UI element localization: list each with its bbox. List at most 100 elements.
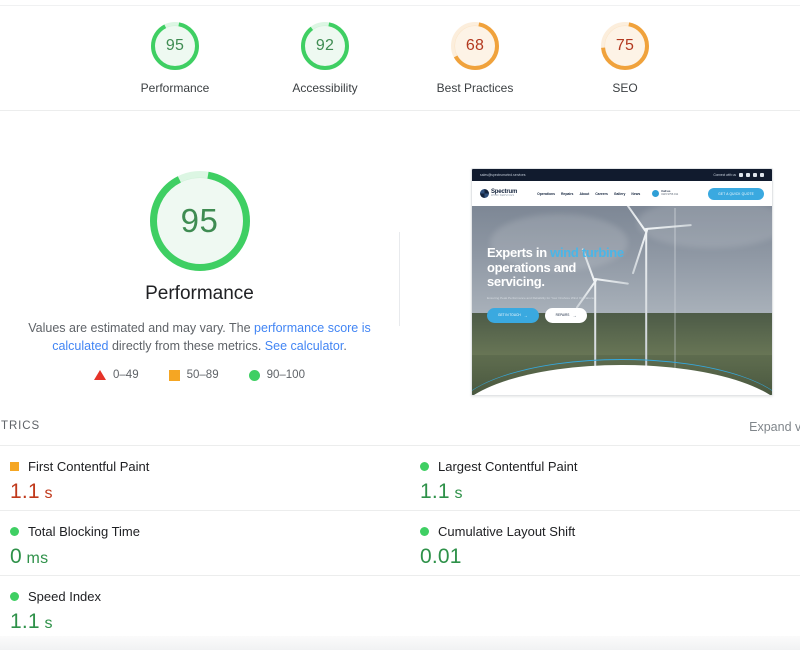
category-label: Best Practices xyxy=(436,81,514,95)
site-nav-link: Gallery xyxy=(613,191,626,196)
site-phone: Call us 0115 9756 011 xyxy=(652,190,678,197)
hero-buttons: GET IN TOUCH → REPAIRS → xyxy=(487,307,687,323)
expand-view-link[interactable]: Expand view xyxy=(749,420,800,434)
metric-unit: s xyxy=(449,485,463,502)
performance-gauge-panel: 95 Performance Values are estimated and … xyxy=(0,111,399,411)
status-circle-icon xyxy=(420,527,429,536)
site-nav-links: Operations Repairs About Careers Gallery News xyxy=(537,192,640,196)
hero-heading-line1: Experts in xyxy=(487,245,551,260)
phone-number: 0115 9756 011 xyxy=(661,192,679,196)
site-hero-section: Experts in wind turbine operations and s… xyxy=(472,206,772,395)
metric-name: Total Blocking Time xyxy=(28,524,140,539)
legend-circle-icon xyxy=(248,369,260,381)
page-screenshot-thumbnail[interactable]: sales@spectrumwind.services Connect with… xyxy=(471,168,773,396)
estimate-disclaimer: Values are estimated and may vary. The p… xyxy=(0,319,399,355)
metric-unit: ms xyxy=(21,550,49,567)
metrics-section: METRICS Expand view First Contentful Pai… xyxy=(0,411,800,640)
status-circle-icon xyxy=(10,592,19,601)
hero-heading-accent: wind turbine xyxy=(550,245,624,260)
metric-name-row: Total Blocking Time xyxy=(10,524,380,539)
category-score: 92 xyxy=(315,37,335,54)
hero-heading-line2: operations and xyxy=(487,259,576,275)
status-square-icon xyxy=(10,462,19,471)
disclaimer-mid: directly from these metrics. xyxy=(108,339,265,353)
category-score: 95 xyxy=(165,37,185,54)
footer-band xyxy=(0,636,800,650)
metric-name-row: Largest Contentful Paint xyxy=(420,459,790,474)
site-nav-link: News xyxy=(631,191,641,196)
status-circle-icon xyxy=(420,462,429,471)
metric-item[interactable]: Cumulative Layout Shift 0.01 xyxy=(420,524,790,569)
legend-triangle-icon xyxy=(94,370,107,380)
metric-row-divider xyxy=(0,445,800,446)
category-label: SEO xyxy=(612,81,638,95)
metric-value: 0.01 xyxy=(420,545,462,568)
legend-item: 90–100 xyxy=(248,369,305,381)
legend-square-icon xyxy=(168,369,180,381)
hero-primary-button: GET IN TOUCH → xyxy=(487,307,539,323)
performance-gauge: 95 xyxy=(149,171,250,271)
hero-heading-line3: servicing. xyxy=(487,274,545,289)
category-performance[interactable]: 95 Performance xyxy=(121,22,229,95)
category-scores-strip: 95 Performance 92 Accessibility 68 Best Pract… xyxy=(0,6,800,110)
site-nav-link: Careers xyxy=(595,191,608,196)
brand-tagline: WIND SERVICES xyxy=(491,194,515,198)
hero-secondary-button: REPAIRS → xyxy=(544,307,588,323)
legend-range: 0–49 xyxy=(113,369,139,381)
legend-range: 90–100 xyxy=(266,369,305,381)
gauge-ring-icon: 92 xyxy=(301,22,349,70)
arrow-right-icon: → xyxy=(523,312,528,318)
hero-subheading: Ensuring Peak Performance and Reliabilit… xyxy=(487,295,594,300)
site-email: sales@spectrumwind.services xyxy=(480,173,526,177)
category-accessibility[interactable]: 92 Accessibility xyxy=(271,22,379,95)
category-seo[interactable]: 75 SEO xyxy=(571,22,679,95)
arrow-right-icon: → xyxy=(572,312,577,318)
performance-summary: 95 Performance Values are estimated and … xyxy=(0,111,800,411)
category-label: Accessibility xyxy=(292,81,358,95)
metrics-grid: First Contentful Paint 1.1 s Largest Conte… xyxy=(0,445,800,640)
metrics-header: METRICS Expand view xyxy=(0,411,800,445)
hero-primary-button-label: GET IN TOUCH xyxy=(498,313,521,318)
category-label: Performance xyxy=(140,81,210,95)
metric-name-row: First Contentful Paint xyxy=(10,459,380,474)
category-score: 68 xyxy=(465,37,485,54)
site-nav-link: Operations xyxy=(537,191,555,196)
metric-unit: s xyxy=(39,485,53,502)
disclaimer-suffix: . xyxy=(343,339,347,353)
site-nav-link: Repairs xyxy=(560,191,574,196)
spectrum-logo-icon xyxy=(480,189,489,198)
site-cta-button: GET A QUICK QUOTE xyxy=(708,187,764,200)
metric-name: Speed Index xyxy=(28,589,102,604)
metric-value: 0 ms xyxy=(10,545,49,568)
metric-item[interactable]: First Contentful Paint 1.1 s xyxy=(10,459,380,504)
score-legend: 0–49 50–89 90–100 xyxy=(0,369,399,381)
metric-item[interactable]: Total Blocking Time 0 ms xyxy=(10,524,380,569)
legend-item: 50–89 xyxy=(168,369,219,381)
x-icon xyxy=(739,173,743,177)
lighthouse-report-page: 95 Performance 92 Accessibility 68 Best Pract… xyxy=(0,0,800,650)
metric-name: First Contentful Paint xyxy=(28,459,150,474)
phone-icon xyxy=(652,190,660,197)
metric-row-divider xyxy=(0,510,800,511)
gauge-ring-icon: 75 xyxy=(601,22,649,70)
metric-item[interactable]: Largest Contentful Paint 1.1 s xyxy=(420,459,790,504)
connect-label: Connect with us xyxy=(713,173,736,177)
category-score: 75 xyxy=(615,37,635,54)
site-navigation-bar: Spectrum WIND SERVICES Operations Repairs… xyxy=(472,181,772,206)
hero-heading: Experts in wind turbine operations and s… xyxy=(487,245,687,290)
status-circle-icon xyxy=(10,527,19,536)
hero-copy: Experts in wind turbine operations and s… xyxy=(487,245,687,323)
metrics-title: METRICS xyxy=(0,420,41,432)
site-nav-link: About xyxy=(579,191,590,196)
metric-row-divider xyxy=(0,575,800,576)
metric-value: 1.1 s xyxy=(10,610,53,633)
category-best-practices[interactable]: 68 Best Practices xyxy=(421,22,529,95)
linkedin-icon xyxy=(746,173,750,177)
gauge-ring-icon: 68 xyxy=(451,22,499,70)
metric-item[interactable]: Speed Index 1.1 s xyxy=(10,589,380,634)
metric-name-row: Speed Index xyxy=(10,589,380,604)
see-calculator-link[interactable]: See calculator xyxy=(265,339,344,353)
performance-score-value: 95 xyxy=(180,202,219,239)
metric-value: 1.1 s xyxy=(10,480,53,503)
metric-name: Largest Contentful Paint xyxy=(438,459,578,474)
